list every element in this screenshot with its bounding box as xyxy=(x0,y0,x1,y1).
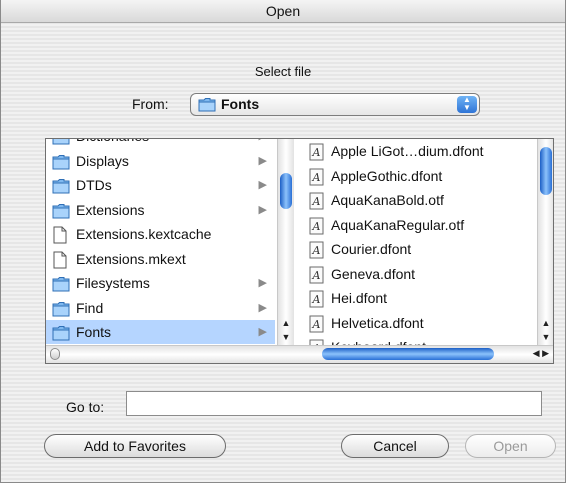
svg-text:A: A xyxy=(312,171,321,184)
folder-list-item-label: Filesystems xyxy=(76,275,150,291)
folder-list-item[interactable]: Filesystems ▶ xyxy=(46,271,275,295)
folder-list-item[interactable]: Fonts ▶ xyxy=(46,320,275,344)
open-button[interactable]: Open xyxy=(465,434,556,458)
file-column: A Apple LiGot…dium.dfont A AppleGothic.dfon… xyxy=(295,139,523,346)
right-column-scroll-thumb[interactable] xyxy=(540,147,552,195)
file-list-item-label: Geneva.dfont xyxy=(331,265,416,282)
horizontal-scrollbar[interactable]: ◀ ▶ xyxy=(46,345,553,363)
horizontal-scroll-arrows[interactable]: ◀ ▶ xyxy=(533,348,549,359)
file-list-item-label: AquaKanaRegular.otf xyxy=(331,216,465,233)
file-list-item[interactable]: A AquaKanaBold.otf xyxy=(295,188,523,212)
horizontal-scroll-start-cap xyxy=(50,348,60,360)
column-browser: Dictionaries▶Displays▶DTDs▶Extensions▶Ex… xyxy=(45,138,554,364)
folder-icon xyxy=(198,97,216,117)
window-title: Open xyxy=(265,3,301,19)
left-column-scrollbar[interactable]: ▲ ▼ xyxy=(277,139,294,346)
file-list-item-label: Hei.dfont xyxy=(331,290,388,306)
folder-list-item[interactable]: Extensions ▶ xyxy=(46,198,275,222)
goto-input[interactable] xyxy=(126,391,542,416)
file-list-item[interactable]: A Hei.dfont xyxy=(295,286,523,310)
folder-list-item[interactable]: Displays ▶ xyxy=(46,149,275,173)
folder-list-item-label: Extensions.kextcache xyxy=(76,226,212,242)
svg-text:A: A xyxy=(312,195,321,208)
folder-icon xyxy=(52,324,70,346)
title-bar: Open xyxy=(1,0,565,23)
open-dialog: Open Select file From: Fonts ▲▼ Dictiona… xyxy=(0,0,566,483)
folder-list-item[interactable]: Find ▶ xyxy=(46,296,275,320)
disclosure-arrow-icon: ▶ xyxy=(258,179,267,191)
disclosure-arrow-icon: ▶ xyxy=(259,139,267,148)
from-popup-value: Fonts xyxy=(221,96,260,112)
file-list-item[interactable]: A Apple LiGot…dium.dfont xyxy=(295,139,523,163)
cancel-button[interactable]: Cancel xyxy=(341,434,449,458)
from-label: From: xyxy=(132,96,169,112)
folder-list-item-label: Dictionaries xyxy=(76,139,149,148)
horizontal-scroll-thumb[interactable] xyxy=(322,348,494,360)
file-list-item[interactable]: A Helvetica.dfont xyxy=(295,311,523,335)
file-list-item[interactable]: A Courier.dfont xyxy=(295,237,523,261)
folder-list-item-label: Extensions xyxy=(76,201,145,218)
folder-list-item-label: Find xyxy=(76,299,104,316)
dialog-subtitle: Select file xyxy=(254,64,312,79)
svg-text:A: A xyxy=(312,269,321,282)
svg-text:A: A xyxy=(312,220,321,233)
goto-label: Go to: xyxy=(66,399,105,415)
file-list-item-label: AppleGothic.dfont xyxy=(331,167,443,184)
file-list-item-label: Apple LiGot…dium.dfont xyxy=(331,143,484,159)
folder-list-item-label: Displays xyxy=(76,152,129,169)
popup-arrows-icon: ▲ ▼ xyxy=(457,96,477,113)
file-list-item[interactable]: A AppleGothic.dfont xyxy=(295,164,523,188)
folder-list-item[interactable]: DTDs ▶ xyxy=(46,173,275,197)
file-list-item[interactable]: A AquaKanaRegular.otf xyxy=(295,213,523,237)
folder-list-item-label: Fonts xyxy=(76,324,112,340)
svg-text:A: A xyxy=(312,318,321,331)
add-to-favorites-button[interactable]: Add to Favorites xyxy=(44,434,226,458)
file-list-item-label: Courier.dfont xyxy=(331,241,412,257)
file-list-item[interactable]: A Geneva.dfont xyxy=(295,262,523,286)
right-column-scroll-arrows[interactable]: ▲ ▼ xyxy=(538,316,553,346)
disclosure-arrow-icon: ▶ xyxy=(258,326,267,338)
file-list-item-label: Helvetica.dfont xyxy=(331,314,424,331)
disclosure-arrow-icon: ▶ xyxy=(258,203,267,216)
from-popup[interactable]: Fonts ▲ ▼ xyxy=(190,93,480,116)
left-column-scroll-arrows[interactable]: ▲ ▼ xyxy=(278,316,294,346)
svg-text:A: A xyxy=(312,293,321,306)
file-list-item-label: AquaKanaBold.otf xyxy=(331,192,444,208)
right-column-scrollbar[interactable]: ▲ ▼ xyxy=(537,139,553,346)
disclosure-arrow-icon: ▶ xyxy=(258,301,267,314)
folder-list-item-label: Extensions.mkext xyxy=(76,250,186,267)
folder-list-item[interactable]: Extensions.mkext xyxy=(46,247,275,271)
left-column-scroll-thumb[interactable] xyxy=(280,173,292,209)
disclosure-arrow-icon: ▶ xyxy=(258,154,267,167)
svg-text:A: A xyxy=(312,244,321,257)
folder-column: Dictionaries▶Displays▶DTDs▶Extensions▶Ex… xyxy=(46,139,275,346)
svg-text:A: A xyxy=(312,146,321,159)
folder-list-item[interactable]: Dictionaries ▶ xyxy=(46,139,275,148)
disclosure-arrow-icon: ▶ xyxy=(258,277,267,289)
folder-list-item-label: DTDs xyxy=(76,177,112,193)
folder-list-item[interactable]: Extensions.kextcache xyxy=(46,222,275,246)
